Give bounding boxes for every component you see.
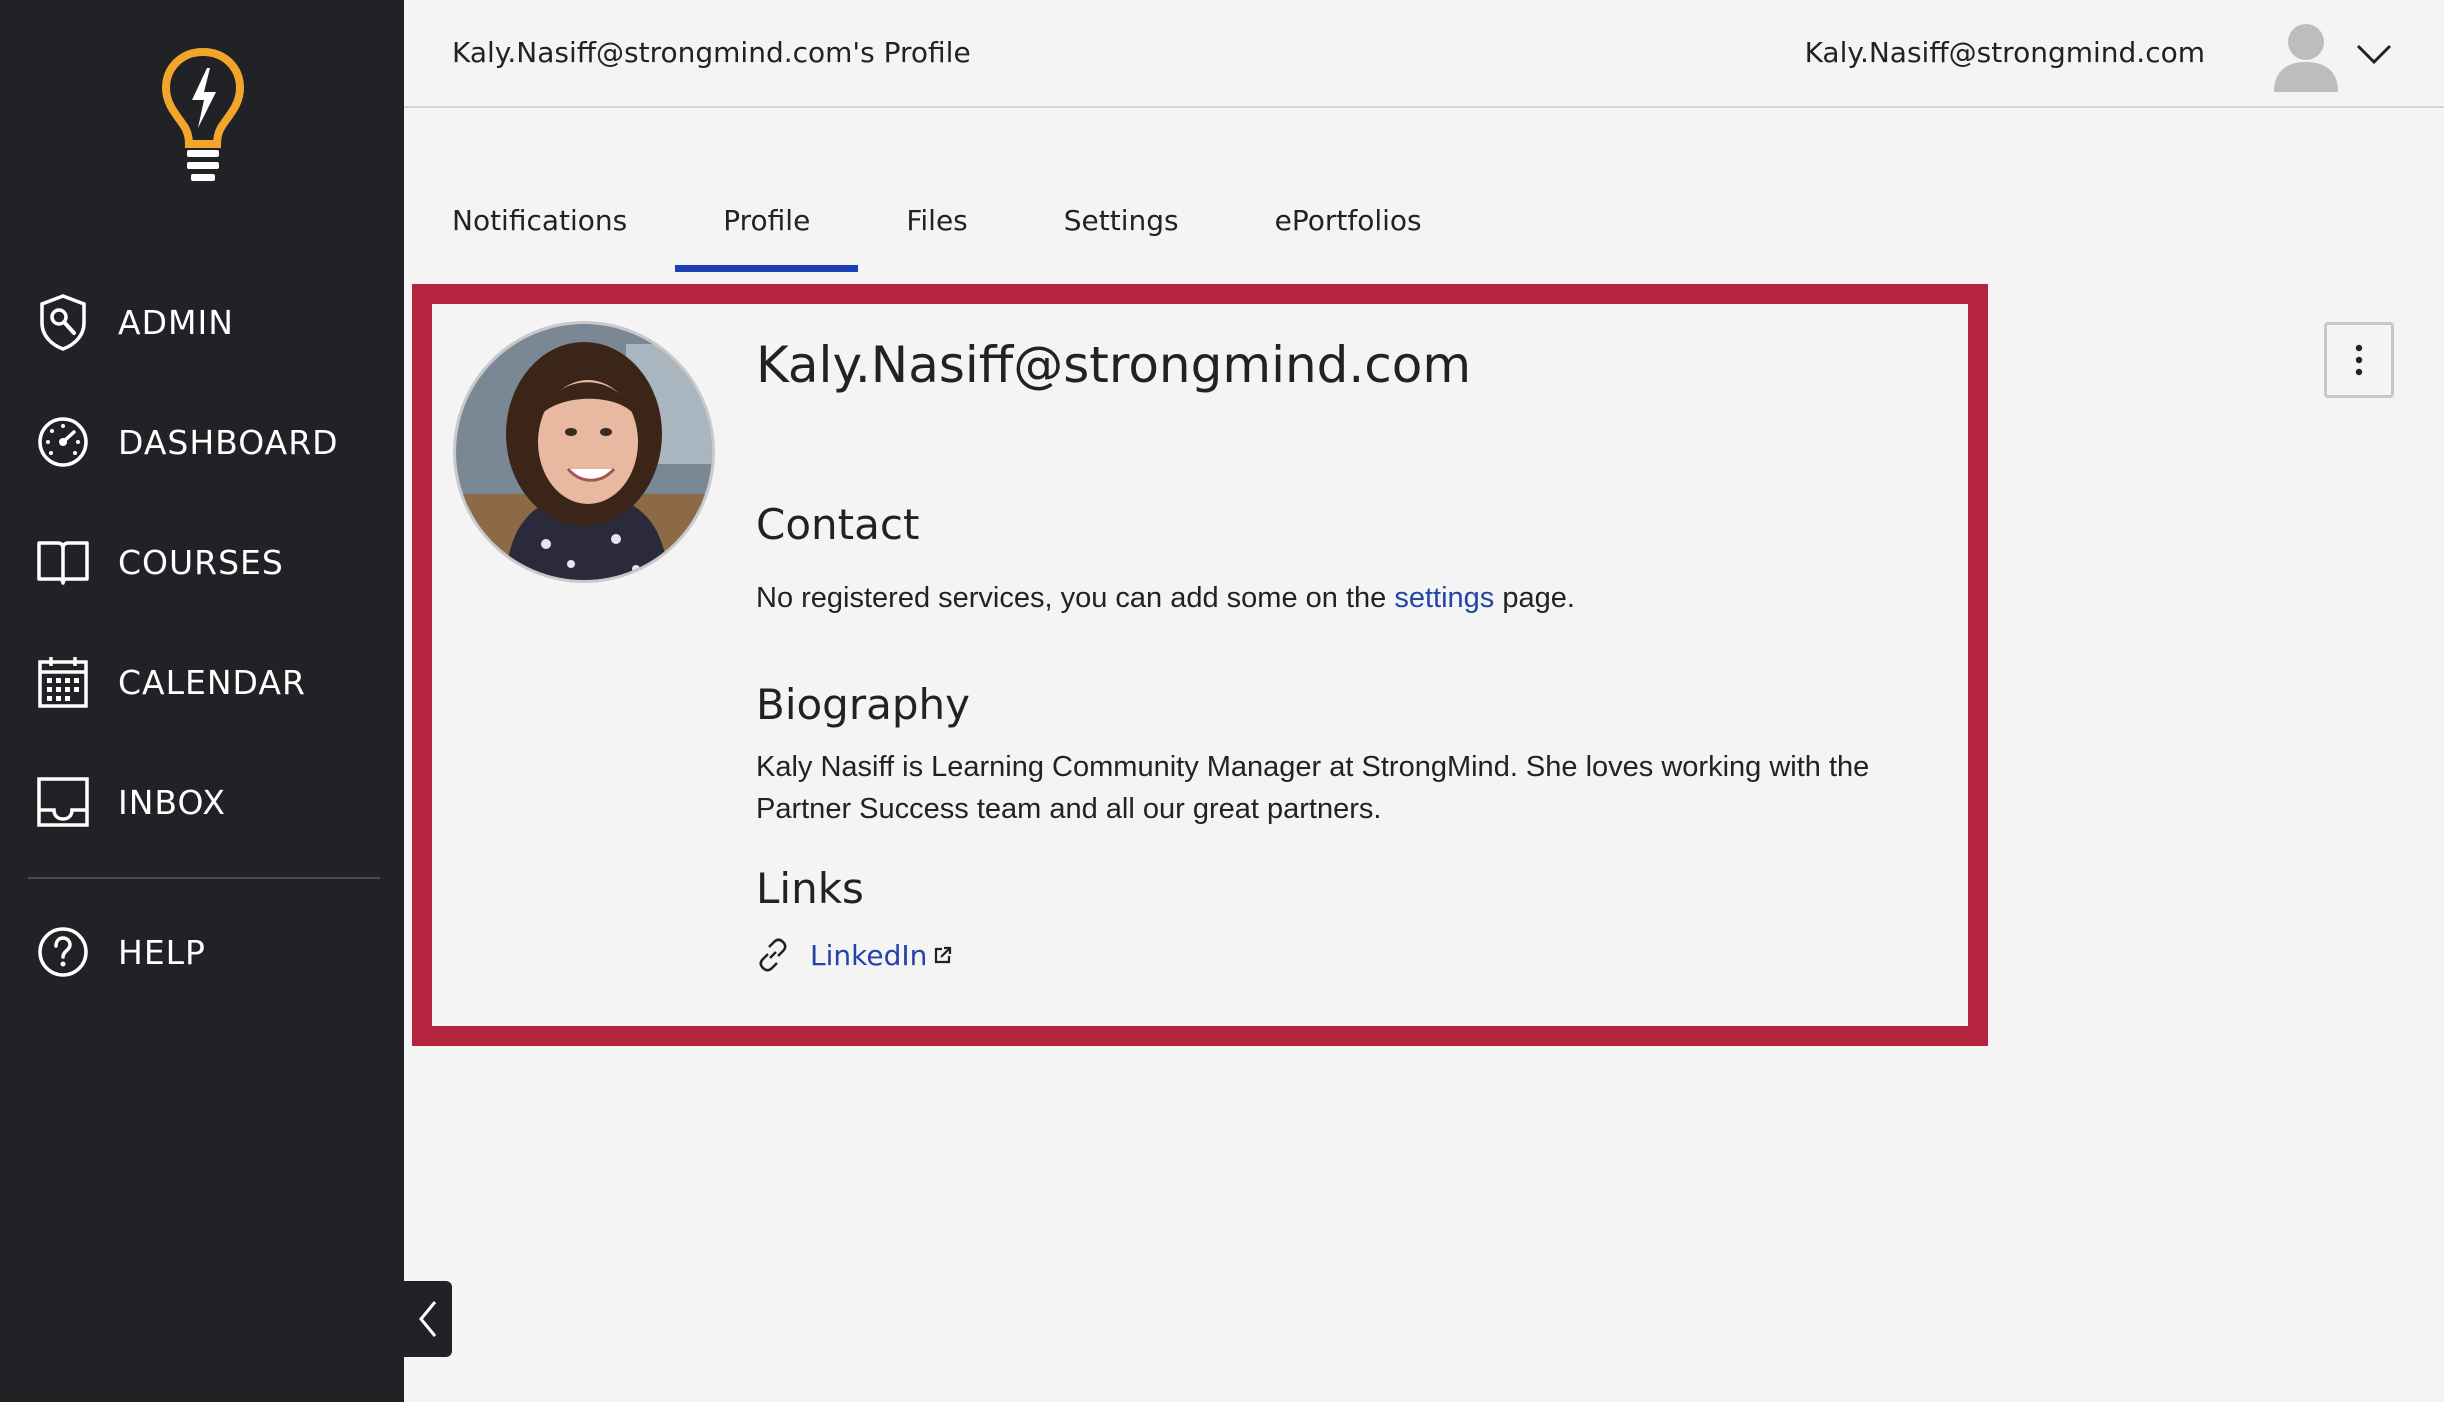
sidebar-item-calendar[interactable]: CALENDAR (36, 642, 306, 722)
settings-link[interactable]: settings (1394, 582, 1494, 614)
page-title: Kaly.Nasiff@strongmind.com's Profile (452, 36, 971, 69)
sidebar-collapse-button[interactable] (404, 1281, 452, 1357)
sidebar-item-label: CALENDAR (118, 662, 306, 702)
tab-settings[interactable]: Settings (1016, 190, 1227, 274)
inbox-tray-icon (36, 772, 90, 832)
tab-eportfolios[interactable]: ePortfolios (1227, 190, 1470, 274)
sidebar-item-help[interactable]: HELP (36, 912, 206, 992)
chain-link-icon (759, 938, 787, 972)
chevron-down-icon[interactable] (2354, 36, 2394, 70)
profile-options-button[interactable] (2324, 322, 2394, 398)
sidebar-item-dashboard[interactable]: DASHBOARD (36, 402, 339, 482)
tab-files[interactable]: Files (858, 190, 1015, 274)
header-user-email[interactable]: Kaly.Nasiff@strongmind.com (1805, 36, 2205, 69)
sidebar-item-label: DASHBOARD (118, 422, 339, 462)
speedometer-icon (36, 412, 90, 472)
sidebar-item-label: HELP (118, 932, 206, 972)
biography-heading: Biography (756, 680, 970, 729)
sidebar-divider (28, 877, 380, 879)
biography-text-line-2: Partner Success team and all our great p… (756, 793, 1382, 825)
sidebar-item-label: COURSES (118, 542, 284, 582)
chevron-left-icon (419, 1301, 437, 1337)
sidebar-item-inbox[interactable]: INBOX (36, 762, 226, 842)
lightbulb-bolt-icon[interactable] (160, 46, 246, 186)
sidebar-item-admin[interactable]: ADMIN (36, 282, 234, 362)
shield-wrench-icon (36, 292, 90, 352)
external-link-icon (935, 946, 952, 964)
question-circle-icon (36, 922, 90, 982)
contact-text-before: No registered services, you can add some… (756, 582, 1395, 614)
contact-heading: Contact (756, 500, 920, 549)
links-heading: Links (756, 864, 864, 913)
profile-name: Kaly.Nasiff@strongmind.com (756, 336, 1472, 394)
biography-text-line-1: Kaly Nasiff is Learning Community Manage… (756, 751, 1870, 783)
profile-avatar (453, 321, 715, 583)
top-header: Kaly.Nasiff@strongmind.com's Profile Kal… (404, 0, 2444, 108)
user-silhouette-icon[interactable] (2272, 20, 2340, 92)
contact-text: No registered services, you can add some… (756, 577, 1575, 619)
sidebar-item-label: INBOX (118, 782, 226, 822)
tab-notifications[interactable]: Notifications (404, 190, 675, 274)
sidebar: ADMIN DASHBOARD COURSES CALENDAR INBOX H… (0, 0, 404, 1402)
linkedin-link[interactable]: LinkedIn (756, 938, 953, 972)
calendar-icon (36, 652, 90, 712)
profile-tabs: Notifications Profile Files Settings ePo… (404, 190, 1470, 274)
sidebar-item-courses[interactable]: COURSES (36, 522, 284, 602)
vertical-ellipsis-icon (2355, 344, 2363, 376)
contact-text-after: page. (1494, 582, 1575, 614)
open-book-icon (36, 532, 90, 592)
linkedin-link-label[interactable]: LinkedIn (810, 939, 927, 972)
sidebar-item-label: ADMIN (118, 302, 234, 342)
tab-profile[interactable]: Profile (675, 190, 859, 274)
